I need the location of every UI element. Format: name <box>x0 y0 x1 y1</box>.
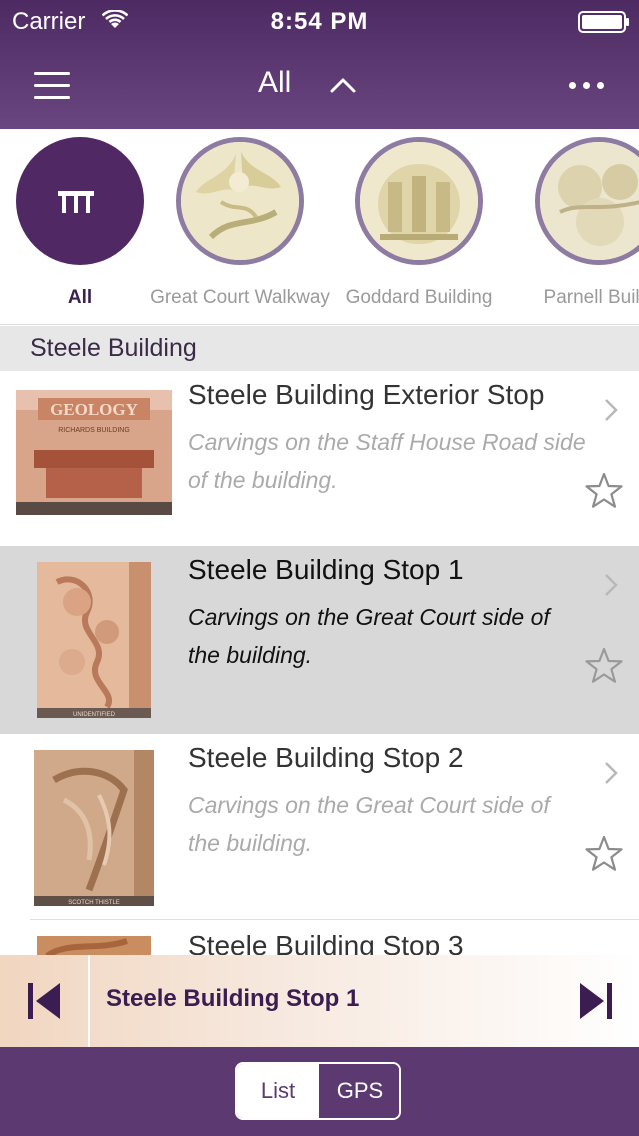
bottom-bar: List GPS <box>0 1047 639 1136</box>
chevron-right-icon <box>605 762 618 784</box>
stop-thumbnail <box>37 936 151 955</box>
list-item[interactable]: GEOLOGY RICHARDS BUILDING Steele Buildin… <box>0 371 639 557</box>
stop-description: Carvings on the Staff House Road side of… <box>188 429 586 493</box>
category-great-court-walkway[interactable]: Great Court Walkway <box>150 137 330 317</box>
category-parnell-building[interactable]: Parnell Buildi <box>514 137 639 317</box>
category-dropdown-toggle[interactable]: All <box>244 66 394 106</box>
carving-image <box>360 142 478 260</box>
stop-title: Steele Building Stop 2 <box>188 742 464 773</box>
stop-thumbnail: UNIDENTIFIED <box>37 562 151 718</box>
thumb-caption: GEOLOGY <box>50 400 138 419</box>
carving-image <box>540 142 639 260</box>
favorite-star-icon[interactable] <box>584 646 624 686</box>
skip-forward-icon <box>580 983 612 1019</box>
category-label: Goddard Building <box>345 287 493 308</box>
stop-thumbnail: SCOTCH THISTLE <box>34 750 154 906</box>
stop-description: Carvings on the Great Court side of the … <box>188 792 550 856</box>
thumb-caption: UNIDENTIFIED <box>73 712 116 718</box>
list-view-tab[interactable]: List <box>237 1064 319 1118</box>
skip-back-icon <box>28 983 60 1019</box>
chevron-up-icon <box>330 78 356 93</box>
nav-title: All <box>258 66 292 99</box>
favorite-star-icon[interactable] <box>584 834 624 874</box>
nav-bar: All <box>0 44 639 129</box>
category-label: Parnell Buildi <box>543 287 639 308</box>
category-photo <box>355 137 483 265</box>
stop-title: Steele Building Exterior Stop <box>188 379 545 410</box>
stop-title: Steele Building Stop 3 <box>188 930 464 955</box>
stop-list[interactable]: GEOLOGY RICHARDS BUILDING Steele Buildin… <box>0 371 639 955</box>
columns-icon <box>58 191 94 213</box>
hamburger-menu-icon[interactable] <box>34 70 74 102</box>
gps-view-tab[interactable]: GPS <box>319 1064 399 1118</box>
category-photo <box>535 137 639 265</box>
row-divider <box>30 919 639 920</box>
thumb-subcaption: RICHARDS BUILDING <box>58 427 130 434</box>
skip-back-button[interactable] <box>0 955 90 1047</box>
section-title: Steele Building <box>30 334 197 362</box>
status-time: 8:54 PM <box>270 8 369 35</box>
category-goddard-building[interactable]: Goddard Building <box>334 137 504 317</box>
category-carousel: All Great Court Walkway Goddard Building… <box>0 129 639 325</box>
audio-player-bar: Steele Building Stop 1 <box>0 955 639 1047</box>
section-header: Steele Building <box>0 326 639 371</box>
list-item[interactable]: SCOTCH THISTLE Steele Building Stop 2 Ca… <box>0 734 639 920</box>
category-photo <box>176 137 304 265</box>
view-toggle: List GPS <box>235 1062 401 1120</box>
chevron-right-icon <box>605 399 618 421</box>
carving-image <box>181 142 299 260</box>
now-playing-title[interactable]: Steele Building Stop 1 <box>106 985 359 1013</box>
app-header: Carrier 8:54 PM All <box>0 0 639 129</box>
skip-forward-button[interactable] <box>548 955 639 1047</box>
stop-title: Steele Building Stop 1 <box>188 554 464 585</box>
list-item[interactable]: Steele Building Stop 3 <box>0 922 639 955</box>
thumb-caption: SCOTCH THISTLE <box>68 900 120 906</box>
chevron-right-icon <box>605 574 618 596</box>
stop-description: Carvings on the Great Court side of the … <box>188 604 550 668</box>
ellipsis-icon[interactable] <box>566 80 606 92</box>
stop-thumbnail: GEOLOGY RICHARDS BUILDING <box>16 390 172 515</box>
list-item-active[interactable]: UNIDENTIFIED Steele Building Stop 1 Carv… <box>0 546 639 734</box>
status-bar: Carrier 8:54 PM <box>0 0 639 44</box>
category-all-circle <box>16 137 144 265</box>
favorite-star-icon[interactable] <box>584 471 624 511</box>
battery-icon <box>578 11 629 33</box>
